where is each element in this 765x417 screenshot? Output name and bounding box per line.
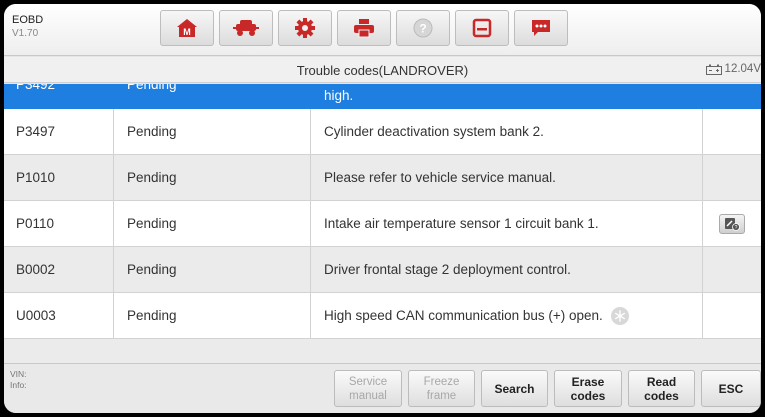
save-icon (472, 18, 492, 38)
row-action: ? (702, 201, 761, 246)
table-row[interactable]: U0003 Pending High speed CAN communicati… (4, 293, 761, 339)
app-name: EOBD (12, 14, 44, 26)
table-row-partial (4, 339, 761, 363)
save-button[interactable] (455, 10, 509, 46)
table-row[interactable]: B0002 Pending Driver frontal stage 2 dep… (4, 247, 761, 293)
vehicle-icon (233, 20, 259, 36)
row-code: P3497 (16, 124, 56, 139)
settings-icon (295, 18, 315, 38)
row-code: U0003 (16, 308, 56, 323)
table-row[interactable]: P1010 Pending Please refer to vehicle se… (4, 155, 761, 201)
code-help-icon: ? (724, 217, 740, 231)
row-status: Pending (127, 170, 177, 185)
row-description: Driver frontal stage 2 deployment contro… (324, 262, 571, 277)
help-icon: ? (413, 18, 433, 38)
table-row[interactable]: P3497 Pending Cylinder deactivation syst… (4, 109, 761, 155)
svg-text:M: M (183, 27, 191, 37)
print-button[interactable] (337, 10, 391, 46)
help-button[interactable]: ? (396, 10, 450, 46)
row-description: high. (324, 88, 354, 103)
row-status: Pending (127, 84, 177, 92)
top-toolbar: EOBD V1.70 M ? (4, 4, 761, 56)
title-bar: Trouble codes(LANDROVER) 12.04V (4, 57, 761, 83)
table-row[interactable]: P0110 Pending Intake air temperature sen… (4, 201, 761, 247)
row-code: P3492 (16, 84, 56, 92)
row-description: Cylinder deactivation system bank 2. (324, 124, 544, 139)
screen: EOBD V1.70 M ? Trouble codes(LANDROVER) … (4, 4, 761, 413)
esc-button[interactable]: ESC (701, 370, 761, 407)
code-help-button[interactable]: ? (718, 213, 745, 234)
svg-text:?: ? (734, 225, 737, 231)
bottom-bar: VIN: Info: Service manual Freeze frame S… (4, 363, 761, 413)
settings-button[interactable] (278, 10, 332, 46)
row-description-cell: High speed CAN communication bus (+) ope… (310, 293, 702, 338)
row-status: Pending (127, 308, 177, 323)
row-code: B0002 (16, 262, 56, 277)
freeze-frame-button[interactable]: Freeze frame (408, 370, 475, 407)
row-status: Pending (127, 216, 177, 231)
read-codes-button[interactable]: Read codes (628, 370, 695, 407)
erase-codes-button[interactable]: Erase codes (554, 370, 622, 407)
row-description: Please refer to vehicle service manual. (324, 170, 556, 185)
print-icon (354, 19, 374, 38)
snowflake-icon (614, 310, 625, 321)
table-row-selected[interactable]: P3492 Pending high. (4, 84, 761, 109)
service-manual-button[interactable]: Service manual (334, 370, 402, 407)
vehicle-button[interactable] (219, 10, 273, 46)
battery-icon (705, 64, 722, 75)
svg-text:?: ? (419, 22, 426, 36)
row-description: Intake air temperature sensor 1 circuit … (324, 216, 599, 231)
home-button[interactable]: M (160, 10, 214, 46)
page-title: Trouble codes(LANDROVER) (296, 63, 469, 78)
freeze-frame-icon[interactable] (610, 306, 629, 325)
app-info: EOBD V1.70 (12, 14, 43, 40)
row-status: Pending (127, 262, 177, 277)
vin-label: VIN: (10, 369, 27, 379)
search-button[interactable]: Search (481, 370, 548, 407)
app-version: V1.70 (12, 28, 39, 39)
battery-voltage: 12.04V (705, 63, 761, 75)
home-icon: M (177, 19, 197, 37)
row-code: P0110 (16, 216, 55, 231)
trouble-codes-table[interactable]: P3492 Pending high. P3497 Pending Cylind… (4, 84, 761, 363)
message-icon (532, 20, 550, 36)
message-button[interactable] (514, 10, 568, 46)
row-code: P1010 (16, 170, 56, 185)
info-label: Info: (10, 380, 27, 390)
row-status: Pending (127, 124, 177, 139)
row-description: High speed CAN communication bus (+) ope… (324, 308, 603, 323)
vehicle-info: VIN: Info: (10, 369, 27, 391)
voltage-value: 12.04V (724, 63, 761, 75)
